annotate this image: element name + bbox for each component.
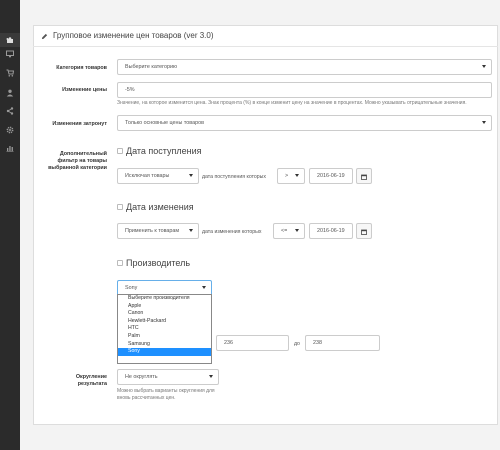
affects-select[interactable]: Только основные цены товаров xyxy=(117,115,492,131)
category-select-value: Выберите категорию xyxy=(125,64,178,70)
manufacturer-checkbox[interactable] xyxy=(117,260,123,266)
dropdown-option-selected[interactable]: Sony xyxy=(118,348,211,356)
modified-mode-value: Применить к товарам xyxy=(125,228,180,234)
calendar-button[interactable] xyxy=(356,223,372,239)
modified-date-checkbox[interactable] xyxy=(117,204,123,210)
range-to-label: до xyxy=(294,341,300,347)
modified-date-value: 2016-06-19 xyxy=(317,228,345,234)
arrival-date-title: Дата поступления xyxy=(126,146,202,156)
price-change-value: -5% xyxy=(125,87,135,93)
category-label: Категория товаров xyxy=(56,65,107,71)
price-change-label: Изменение цены xyxy=(62,87,107,93)
calendar-button[interactable] xyxy=(356,168,372,184)
chevron-down-icon xyxy=(482,65,486,68)
calendar-icon xyxy=(361,167,367,185)
modified-date-title: Дата изменения xyxy=(126,202,194,212)
arrival-mode-value: Исключая товары xyxy=(125,173,170,179)
sidebar xyxy=(0,0,20,450)
modified-operator-select[interactable]: <= xyxy=(273,223,305,239)
modified-mode-select[interactable]: Применить к товарам xyxy=(117,223,199,239)
modified-date-input[interactable]: 2016-06-19 xyxy=(309,223,353,239)
chevron-down-icon xyxy=(189,229,193,232)
manufacturer-title: Производитель xyxy=(126,258,191,268)
arrival-date-value: 2016-06-19 xyxy=(317,173,345,179)
chevron-down-icon xyxy=(295,174,299,177)
price-change-input[interactable]: -5% xyxy=(117,82,492,98)
share-icon[interactable] xyxy=(0,104,20,118)
arrival-date-checkbox[interactable] xyxy=(117,148,123,154)
dropdown-option[interactable]: Canon xyxy=(118,310,211,318)
range-to-input[interactable]: 238 xyxy=(305,335,380,351)
affects-select-value: Только основные цены товаров xyxy=(125,120,204,126)
dropdown-option[interactable]: Выберите производителя xyxy=(118,295,211,303)
filter-label: Дополнительный фильтр на товары выбранно… xyxy=(48,151,107,171)
user-icon[interactable] xyxy=(0,86,20,100)
bar-chart-icon[interactable] xyxy=(0,141,20,155)
rounding-select-value: Не округлять xyxy=(125,374,158,380)
price-change-help: Значение, на которое изменится цена. Зна… xyxy=(117,100,467,106)
rounding-help: Можно выбрать варианты округления для вн… xyxy=(117,388,215,401)
gear-icon[interactable] xyxy=(0,123,20,137)
category-select[interactable]: Выберите категорию xyxy=(117,59,492,75)
chevron-down-icon xyxy=(482,121,486,124)
calendar-icon xyxy=(361,222,367,240)
manufacturer-select-value: Sony xyxy=(125,285,138,291)
chevron-down-icon xyxy=(189,174,193,177)
arrival-operator-select[interactable]: > xyxy=(277,168,305,184)
chevron-down-icon xyxy=(202,286,206,289)
rounding-label: Округление результата xyxy=(75,374,107,387)
manufacturer-section: Производитель xyxy=(117,258,190,268)
arrival-operator-value: > xyxy=(285,173,289,179)
puzzle-icon[interactable] xyxy=(0,33,20,47)
range-to-value: 238 xyxy=(313,340,322,346)
range-from-input[interactable]: 236 xyxy=(216,335,289,351)
dropdown-option[interactable]: HTC xyxy=(118,325,211,333)
dropdown-option[interactable]: Apple xyxy=(118,303,211,311)
arrival-mode-select[interactable]: Исключая товары xyxy=(117,168,199,184)
chevron-down-icon xyxy=(295,229,299,232)
dropdown-option[interactable]: Hewlett-Packard xyxy=(118,318,211,326)
affects-label: Изменения затронут xyxy=(52,121,107,127)
rounding-select[interactable]: Не округлять xyxy=(117,369,219,385)
arrival-date-input[interactable]: 2016-06-19 xyxy=(309,168,353,184)
monitor-icon[interactable] xyxy=(0,47,20,61)
modified-operator-value: <= xyxy=(281,228,288,234)
cart-icon[interactable] xyxy=(0,66,20,80)
dropdown-option[interactable]: Palm xyxy=(118,333,211,341)
range-from-value: 236 xyxy=(224,340,233,346)
page-title: Групповое изменение цен товаров (ver 3.0… xyxy=(53,31,214,40)
arrival-text: дата поступления которых xyxy=(202,174,266,180)
modified-text: дата изменения которых xyxy=(202,229,262,235)
panel-header: Групповое изменение цен товаров (ver 3.0… xyxy=(33,25,498,47)
chevron-down-icon xyxy=(209,375,213,378)
dropdown-option[interactable]: Samsung xyxy=(118,341,211,349)
manufacturer-dropdown-list: Выберите производителя Apple Canon Hewle… xyxy=(117,294,212,364)
modified-date-section: Дата изменения xyxy=(117,202,194,212)
arrival-date-section: Дата поступления xyxy=(117,146,202,156)
pencil-icon xyxy=(41,27,48,45)
